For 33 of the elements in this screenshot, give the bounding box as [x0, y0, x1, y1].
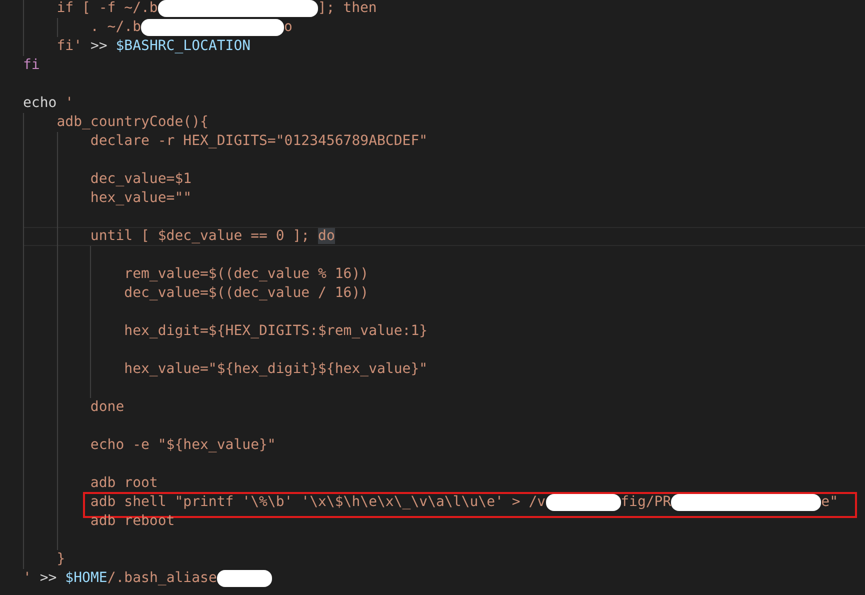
code-text: ]; then	[318, 0, 377, 16]
code-text: done	[89, 399, 124, 415]
code-text: echo -e "${hex_value}"	[89, 437, 276, 453]
code-text: hex_value=""	[89, 190, 192, 206]
code-text: until [ $dec_value == 0 ];	[89, 228, 311, 244]
code-text: declare -r HEX_DIGITS="0123456789ABCDEF"	[89, 133, 428, 149]
code-text: adb root	[89, 475, 158, 491]
code-text: hex_digit=${HEX_DIGITS:$rem_value:1}	[123, 323, 428, 339]
code-text: adb_countryCode(){	[56, 114, 208, 130]
code-text: rem_value=$((dec_value % 16))	[123, 266, 369, 282]
code-text: e"	[821, 494, 838, 510]
redaction-scribble	[216, 570, 272, 587]
code-text: '	[64, 95, 74, 111]
code-text: >>	[89, 38, 108, 54]
code-text: >>	[38, 570, 58, 586]
code-text: fi'	[56, 38, 82, 54]
code-text: /.bash_aliase	[107, 570, 217, 586]
code-text: fig/PR	[620, 494, 672, 510]
code-text: o	[284, 19, 292, 35]
code-text: '	[23, 570, 32, 586]
code-text: hex_value="${hex_digit}${hex_value}"	[123, 361, 428, 377]
code-text: echo	[23, 95, 57, 111]
code-text: $BASHRC_LOCATION	[116, 38, 251, 54]
code-text: adb reboot	[89, 513, 175, 529]
code-text: fi	[23, 57, 40, 73]
code-text: adb shell "printf '\%\b' '\x\$\h\e\x\_\v\a\l\u\e' > /v	[89, 494, 546, 510]
code-text: dec_value=$((dec_value / 16))	[123, 285, 369, 301]
code-text: dec_value=$1	[89, 171, 192, 187]
code-text: if [ -f ~/.b	[56, 0, 158, 16]
code-text: $HOME	[65, 570, 108, 586]
code-text: do	[318, 228, 335, 244]
code-text: . ~/.b	[89, 19, 142, 35]
code-text: }	[56, 551, 66, 567]
